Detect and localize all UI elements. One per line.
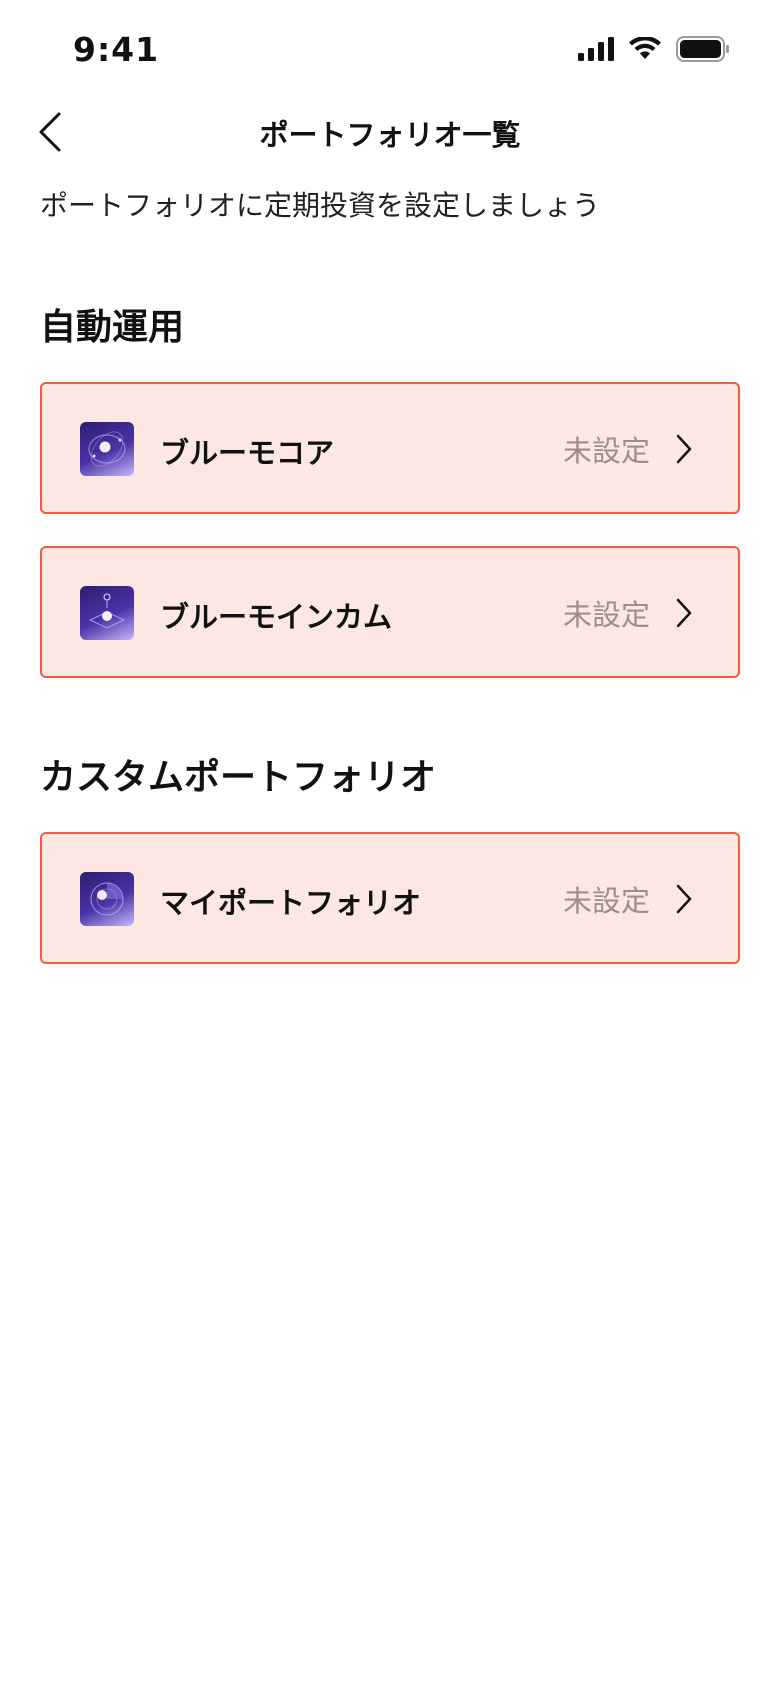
my-portfolio-icon [80, 872, 134, 926]
page-title: ポートフォリオ一覧 [259, 118, 521, 152]
wifi-icon [629, 37, 661, 59]
portfolio-name: マイポートフォリオ [160, 886, 422, 920]
status-icons [578, 36, 730, 62]
portfolio-name: ブルーモコア [160, 436, 335, 470]
chevron-right-icon [676, 434, 692, 464]
chevron-right-icon [676, 598, 692, 628]
chevron-right-icon [676, 884, 692, 914]
section-title-auto: 自動運用 [40, 307, 185, 348]
blue-core-icon [80, 422, 134, 476]
navigation-bar: ポートフォリオ一覧 [0, 100, 780, 162]
setting-status: 未設定 [562, 884, 650, 918]
portfolio-name: ブルーモインカム [160, 600, 393, 634]
setting-status: 未設定 [562, 434, 650, 468]
status-time: 9:41 [73, 30, 160, 69]
battery-icon [676, 36, 729, 62]
status-bar: 9:41 [0, 0, 780, 100]
page-subtitle: ポートフォリオに定期投資を設定しましょう [40, 189, 601, 222]
portfolio-card-blue-core[interactable]: ブルーモコア 未設定 [40, 382, 740, 514]
portfolio-card-my-portfolio[interactable]: マイポートフォリオ 未設定 [40, 832, 740, 964]
portfolio-card-blue-income[interactable]: ブルーモインカム 未設定 [40, 546, 740, 678]
section-title-custom: カスタムポートフォリオ [40, 757, 437, 798]
setting-status: 未設定 [562, 598, 650, 632]
cellular-signal-icon [578, 37, 614, 61]
blue-income-icon [80, 586, 134, 640]
